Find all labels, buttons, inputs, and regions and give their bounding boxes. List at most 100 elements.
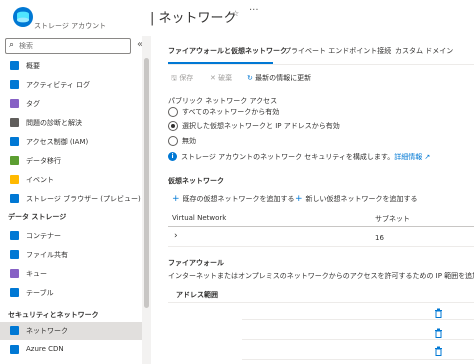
tab-firewall-vnet[interactable]: ファイアウォールと仮想ネットワーク [168, 46, 287, 56]
sidebar-item-icon [10, 194, 19, 203]
chevron-right-icon[interactable]: › [174, 231, 178, 241]
table-row-divider [168, 246, 474, 247]
info-line: ストレージ アカウントのネットワーク セキュリティを構成します。詳細情報 ↗ [181, 152, 430, 162]
tabs-divider [168, 64, 474, 65]
sidebar-item-icon [10, 156, 19, 165]
sidebar-scrollbar[interactable] [144, 58, 149, 308]
column-header-vnet: Virtual Network [172, 214, 227, 222]
sidebar-item-general-6[interactable]: イベント [0, 171, 142, 189]
sidebar-item-storage-3[interactable]: テーブル [0, 284, 142, 302]
radio-all-networks[interactable] [168, 107, 178, 117]
delete-trash-icon[interactable] [434, 346, 443, 356]
resource-type-label: ストレージ アカウント [34, 22, 107, 30]
tab-private-endpoints[interactable]: プライベート エンドポイント接続 [284, 46, 391, 56]
section-header-security-network: セキュリティとネットワーク [8, 311, 99, 319]
close-icon: ✕ [210, 74, 216, 82]
favorite-star-icon[interactable]: ☆ [232, 9, 239, 18]
sidebar-item-label: ネットワーク [26, 327, 68, 335]
delete-trash-icon[interactable] [434, 308, 443, 318]
sidebar-item-icon [10, 326, 19, 335]
sidebar-item-icon [10, 137, 19, 146]
refresh-icon: ↻ [247, 74, 253, 82]
sidebar-item-label: アクセス制御 (IAM) [26, 138, 89, 146]
radio-all-networks-label: すべてのネットワークから有効 [182, 108, 280, 116]
learn-more-link[interactable]: 詳細情報 [394, 153, 422, 161]
sidebar-item-network-1[interactable]: Azure CDN [0, 341, 142, 359]
sidebar-item-label: イベント [26, 176, 54, 184]
storage-account-icon [13, 7, 33, 27]
sidebar-item-icon [10, 118, 19, 127]
sidebar-item-icon [10, 288, 19, 297]
plus-icon: + [295, 194, 303, 204]
sidebar-item-network-0[interactable]: ネットワーク [0, 322, 142, 340]
sidebar-item-label: タグ [26, 100, 40, 108]
discard-button[interactable]: ✕ 破棄 [210, 73, 232, 83]
sidebar-item-icon [10, 175, 19, 184]
vnet-heading: 仮想ネットワーク [168, 177, 224, 185]
sidebar-item-general-1[interactable]: アクティビティ ログ [0, 76, 142, 94]
radio-disabled[interactable] [168, 136, 178, 146]
column-header-subnet: サブネット [375, 215, 410, 223]
radio-selected-networks[interactable] [168, 121, 178, 131]
section-header-data-storage: データ ストレージ [8, 213, 67, 221]
add-existing-vnet-button[interactable]: + 既存の仮想ネットワークを追加する [172, 194, 295, 204]
firewall-desc-text: インターネットまたはオンプレミスのネットワークからのアクセスを許可するための I… [168, 272, 474, 280]
more-options-icon[interactable]: ··· [249, 5, 259, 16]
sidebar-item-label: コンテナー [26, 232, 61, 240]
search-icon: ⌕ [9, 40, 15, 50]
public-access-label: パブリック ネットワーク アクセス [168, 97, 278, 105]
firewall-header-divider [168, 302, 474, 303]
sidebar-item-icon [10, 345, 19, 354]
save-icon: 🖫 [171, 74, 177, 82]
save-label: 保存 [179, 74, 194, 82]
firewall-heading: ファイアウォール [168, 259, 224, 267]
refresh-label: 最新の情報に更新 [255, 74, 312, 82]
plus-icon: + [172, 194, 180, 204]
sidebar-search[interactable]: ⌕ [5, 38, 131, 54]
sidebar-item-general-4[interactable]: アクセス制御 (IAM) [0, 133, 142, 151]
sidebar-item-storage-1[interactable]: ファイル共有 [0, 246, 142, 264]
sidebar-item-storage-2[interactable]: キュー [0, 265, 142, 283]
sidebar-item-icon [10, 61, 19, 70]
refresh-button[interactable]: ↻ 最新の情報に更新 [247, 73, 311, 83]
sidebar-item-label: アクティビティ ログ [26, 81, 91, 89]
sidebar-item-icon [10, 269, 19, 278]
add-existing-vnet-label: 既存の仮想ネットワークを追加する [182, 195, 295, 203]
tab-custom-domain[interactable]: カスタム ドメイン [395, 46, 453, 56]
sidebar-item-label: 概要 [26, 62, 40, 70]
save-button[interactable]: 🖫 保存 [171, 73, 193, 85]
sidebar-item-label: Azure CDN [26, 345, 64, 353]
subnet-count: 16 [375, 234, 384, 242]
sidebar-item-label: データ移行 [26, 157, 61, 165]
firewall-description: インターネットまたはオンプレミスのネットワークからのアクセスを許可するための I… [168, 271, 474, 281]
add-new-vnet-button[interactable]: + 新しい仮想ネットワークを追加する [295, 194, 418, 204]
sidebar-item-general-2[interactable]: タグ [0, 95, 142, 113]
sidebar-item-icon [10, 250, 19, 259]
sidebar-item-general-5[interactable]: データ移行 [0, 152, 142, 170]
address-range-header: アドレス範囲 [176, 291, 218, 299]
sidebar-item-label: ファイル共有 [26, 251, 68, 259]
delete-trash-icon[interactable] [434, 328, 443, 338]
info-icon: i [168, 152, 177, 161]
sidebar-item-label: ストレージ ブラウザー (プレビュー) [26, 195, 141, 203]
external-link-icon: ↗ [422, 153, 431, 161]
page-title: | ネットワーク [150, 11, 237, 26]
sidebar-item-storage-0[interactable]: コンテナー [0, 227, 142, 245]
sidebar-item-icon [10, 231, 19, 240]
sidebar-item-general-3[interactable]: 問題の診断と解決 [0, 114, 142, 132]
info-text: ストレージ アカウントのネットワーク セキュリティを構成します。 [181, 153, 395, 161]
sidebar: ストレージ アカウント ⌕ « 概要アクティビティ ログタグ問題の診断と解決アク… [0, 0, 143, 364]
add-new-vnet-label: 新しい仮想ネットワークを追加する [305, 195, 418, 203]
sidebar-item-icon [10, 80, 19, 89]
sidebar-item-general-7[interactable]: ストレージ ブラウザー (プレビュー) [0, 190, 142, 208]
sidebar-item-label: キュー [26, 270, 47, 278]
radio-selected-networks-label: 選択した仮想ネットワークと IP アドレスから有効 [182, 122, 340, 130]
sidebar-item-label: テーブル [26, 289, 54, 297]
sidebar-item-icon [10, 99, 19, 108]
discard-label: 破棄 [218, 74, 233, 82]
table-header-divider [168, 226, 474, 227]
search-input[interactable] [19, 40, 119, 51]
sidebar-item-general-0[interactable]: 概要 [0, 57, 142, 75]
sidebar-item-label: 問題の診断と解決 [26, 119, 82, 127]
radio-disabled-label: 無効 [182, 137, 196, 145]
